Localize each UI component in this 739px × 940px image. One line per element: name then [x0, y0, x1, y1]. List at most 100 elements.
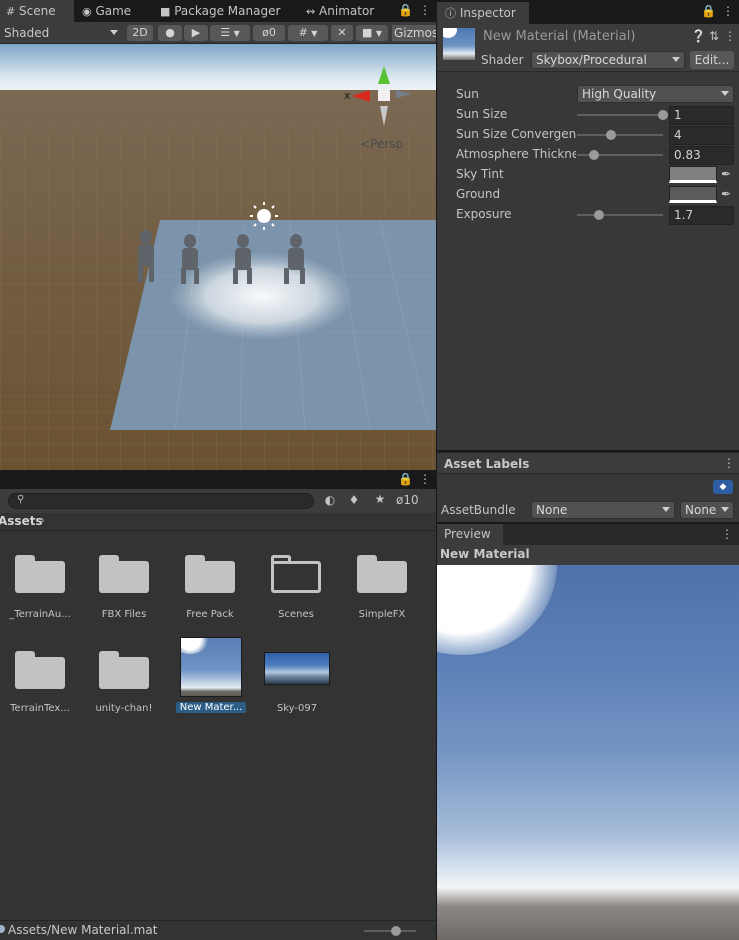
assetbundle-dropdown[interactable]: None: [531, 501, 675, 519]
shader-dropdown[interactable]: Skybox/Procedural: [531, 51, 685, 69]
scene-tab-bar: # Scene ◉ Game ■ Package Manager ↭ Anima…: [0, 0, 436, 22]
eye-slash-icon: ø: [262, 26, 269, 39]
material-thumbnail: [180, 637, 242, 697]
gizmos-button[interactable]: Gizmos: [392, 25, 436, 41]
effects-toggle-button[interactable]: ☰ ▼: [210, 25, 250, 41]
tab-package-manager-label: Package Manager: [174, 4, 281, 18]
chevron-down-icon: [721, 91, 729, 96]
tab-package-manager[interactable]: ■ Package Manager: [160, 0, 288, 22]
atmosphere-thickness-slider-knob[interactable]: [589, 150, 600, 160]
info-icon: ⓘ: [445, 7, 456, 20]
shader-label: Shader: [481, 53, 524, 67]
icon-size-slider-track[interactable]: [364, 930, 416, 932]
2d-toggle-button[interactable]: 2D: [127, 25, 153, 41]
tab-game[interactable]: ◉ Game: [82, 0, 152, 22]
atmosphere-thickness-field[interactable]: 0.83: [669, 146, 734, 165]
chevron-down-icon: [662, 507, 670, 512]
asset-item[interactable]: _TerrainAu...: [6, 551, 74, 621]
scene-viewport[interactable]: x <Persp: [0, 44, 436, 470]
breadcrumb-assets[interactable]: Assets: [0, 514, 43, 528]
asset-item[interactable]: Scenes: [262, 551, 330, 621]
inspector-lock-icon[interactable]: 🔒: [701, 4, 716, 18]
ground-eyedropper-icon[interactable]: ✒: [719, 187, 733, 201]
ground-color-field[interactable]: [669, 186, 717, 203]
shading-mode-dropdown[interactable]: Shaded: [4, 25, 120, 41]
folder-icon: [357, 555, 407, 593]
icon-size-slider-knob[interactable]: [391, 926, 401, 936]
sun-size-slider-knob[interactable]: [658, 110, 668, 120]
asset-item-selected[interactable]: New Mater...: [176, 635, 246, 715]
preview-viewport[interactable]: [437, 565, 739, 940]
asset-item[interactable]: Sky-097: [262, 641, 332, 714]
project-lock-icon[interactable]: 🔒: [398, 472, 413, 486]
asset-labels-header[interactable]: Asset Labels ⋮: [437, 452, 739, 474]
camera-icon: ■: [361, 26, 373, 39]
inspector-kebab-menu-icon[interactable]: ⋮: [721, 4, 735, 18]
project-search-input[interactable]: ⚲: [8, 493, 314, 509]
sun-size-convergence-field[interactable]: 4: [669, 126, 734, 145]
camera-button[interactable]: ■ ▼: [356, 25, 388, 41]
lighting-toggle-button[interactable]: ●: [158, 25, 182, 41]
help-icon[interactable]: ❔: [691, 29, 706, 43]
exposure-slider-knob[interactable]: [593, 210, 604, 220]
sun-size-field[interactable]: 1: [669, 106, 734, 125]
material-header-thumbnail: [443, 28, 475, 60]
edit-shader-button[interactable]: Edit...: [690, 51, 734, 69]
asset-item[interactable]: unity-chan!: [90, 641, 158, 714]
search-by-type-icon[interactable]: ◐: [322, 493, 338, 507]
asset-item-label: TerrainTex...: [10, 703, 70, 714]
exposure-slider-track[interactable]: [577, 214, 663, 216]
asset-item[interactable]: FBX Files: [90, 551, 158, 621]
component-kebab-icon[interactable]: ⋮: [723, 29, 737, 43]
hidden-objects-button[interactable]: ø0: [253, 25, 285, 41]
project-kebab-menu-icon[interactable]: ⋮: [418, 472, 432, 486]
material-header: New Material (Material) ❔ ⇅ ⋮ Shader Sky…: [437, 24, 739, 72]
asset-item[interactable]: SimpleFX: [348, 551, 416, 621]
scene-tab-icon: #: [6, 5, 16, 18]
folder-icon: [15, 555, 65, 593]
search-by-label-icon[interactable]: ♦: [346, 493, 362, 507]
sun-size-slider-track[interactable]: [577, 114, 663, 116]
persp-label[interactable]: <Persp: [360, 137, 403, 151]
grid-toggle-button[interactable]: # ▼: [288, 25, 328, 41]
project-status-bar: Assets/New Material.mat: [0, 920, 436, 940]
lock-icon[interactable]: 🔒: [398, 3, 413, 17]
hidden-packages-count: 10: [403, 493, 419, 507]
label-tag-icon[interactable]: ◆: [713, 480, 733, 494]
persp-label-text: Persp: [370, 137, 404, 151]
asset-item-label: SimpleFX: [358, 609, 406, 620]
scene-toolbar: Shaded 2D ● ▶ ☰ ▼ ø0 # ▼ ✕ ■ ▼ Gizmos: [0, 22, 436, 44]
inspector-panel: New Material (Material) ❔ ⇅ ⋮ Shader Sky…: [437, 24, 739, 450]
tab-inspector[interactable]: ⓘ Inspector: [437, 2, 529, 24]
asset-item[interactable]: TerrainTex...: [6, 641, 74, 714]
assetbundle-variant-dropdown[interactable]: None: [680, 501, 734, 519]
exposure-field[interactable]: 1.7: [669, 206, 734, 225]
hidden-packages-button[interactable]: ø10: [396, 493, 436, 507]
sky-tint-label: Sky Tint: [456, 167, 504, 181]
sun-size-convergence-slider-track[interactable]: [577, 134, 663, 136]
tab-animator[interactable]: ↭ Animator: [306, 0, 386, 22]
sun-size-label: Sun Size: [456, 107, 508, 121]
tools-button[interactable]: ✕: [331, 25, 353, 41]
exposure-label: Exposure: [456, 207, 512, 221]
audio-toggle-button[interactable]: ▶: [184, 25, 208, 41]
sun-dropdown[interactable]: High Quality: [577, 85, 734, 103]
favorite-star-icon[interactable]: ★: [372, 492, 388, 506]
folder-icon: [99, 555, 149, 593]
asset-item[interactable]: Free Pack: [176, 551, 244, 621]
sky-tint-color-field[interactable]: [669, 166, 717, 183]
empty-folder-icon: [271, 555, 321, 593]
sky-tint-eyedropper-icon[interactable]: ✒: [719, 167, 733, 181]
asset-labels-kebab-icon[interactable]: ⋮: [723, 456, 735, 470]
tab-preview[interactable]: Preview: [437, 524, 503, 545]
persp-arrow-icon: <: [360, 137, 371, 151]
preview-kebab-icon[interactable]: ⋮: [721, 527, 733, 541]
folder-icon: [99, 651, 149, 689]
sun-dropdown-value: High Quality: [582, 87, 657, 101]
tab-scene[interactable]: # Scene: [0, 0, 74, 22]
shading-mode-label: Shaded: [4, 26, 50, 40]
preview-title-bar: New Material: [437, 545, 739, 565]
kebab-menu-icon[interactable]: ⋮: [418, 3, 432, 17]
sun-size-convergence-slider-knob[interactable]: [606, 130, 617, 140]
presets-icon[interactable]: ⇅: [707, 29, 721, 43]
